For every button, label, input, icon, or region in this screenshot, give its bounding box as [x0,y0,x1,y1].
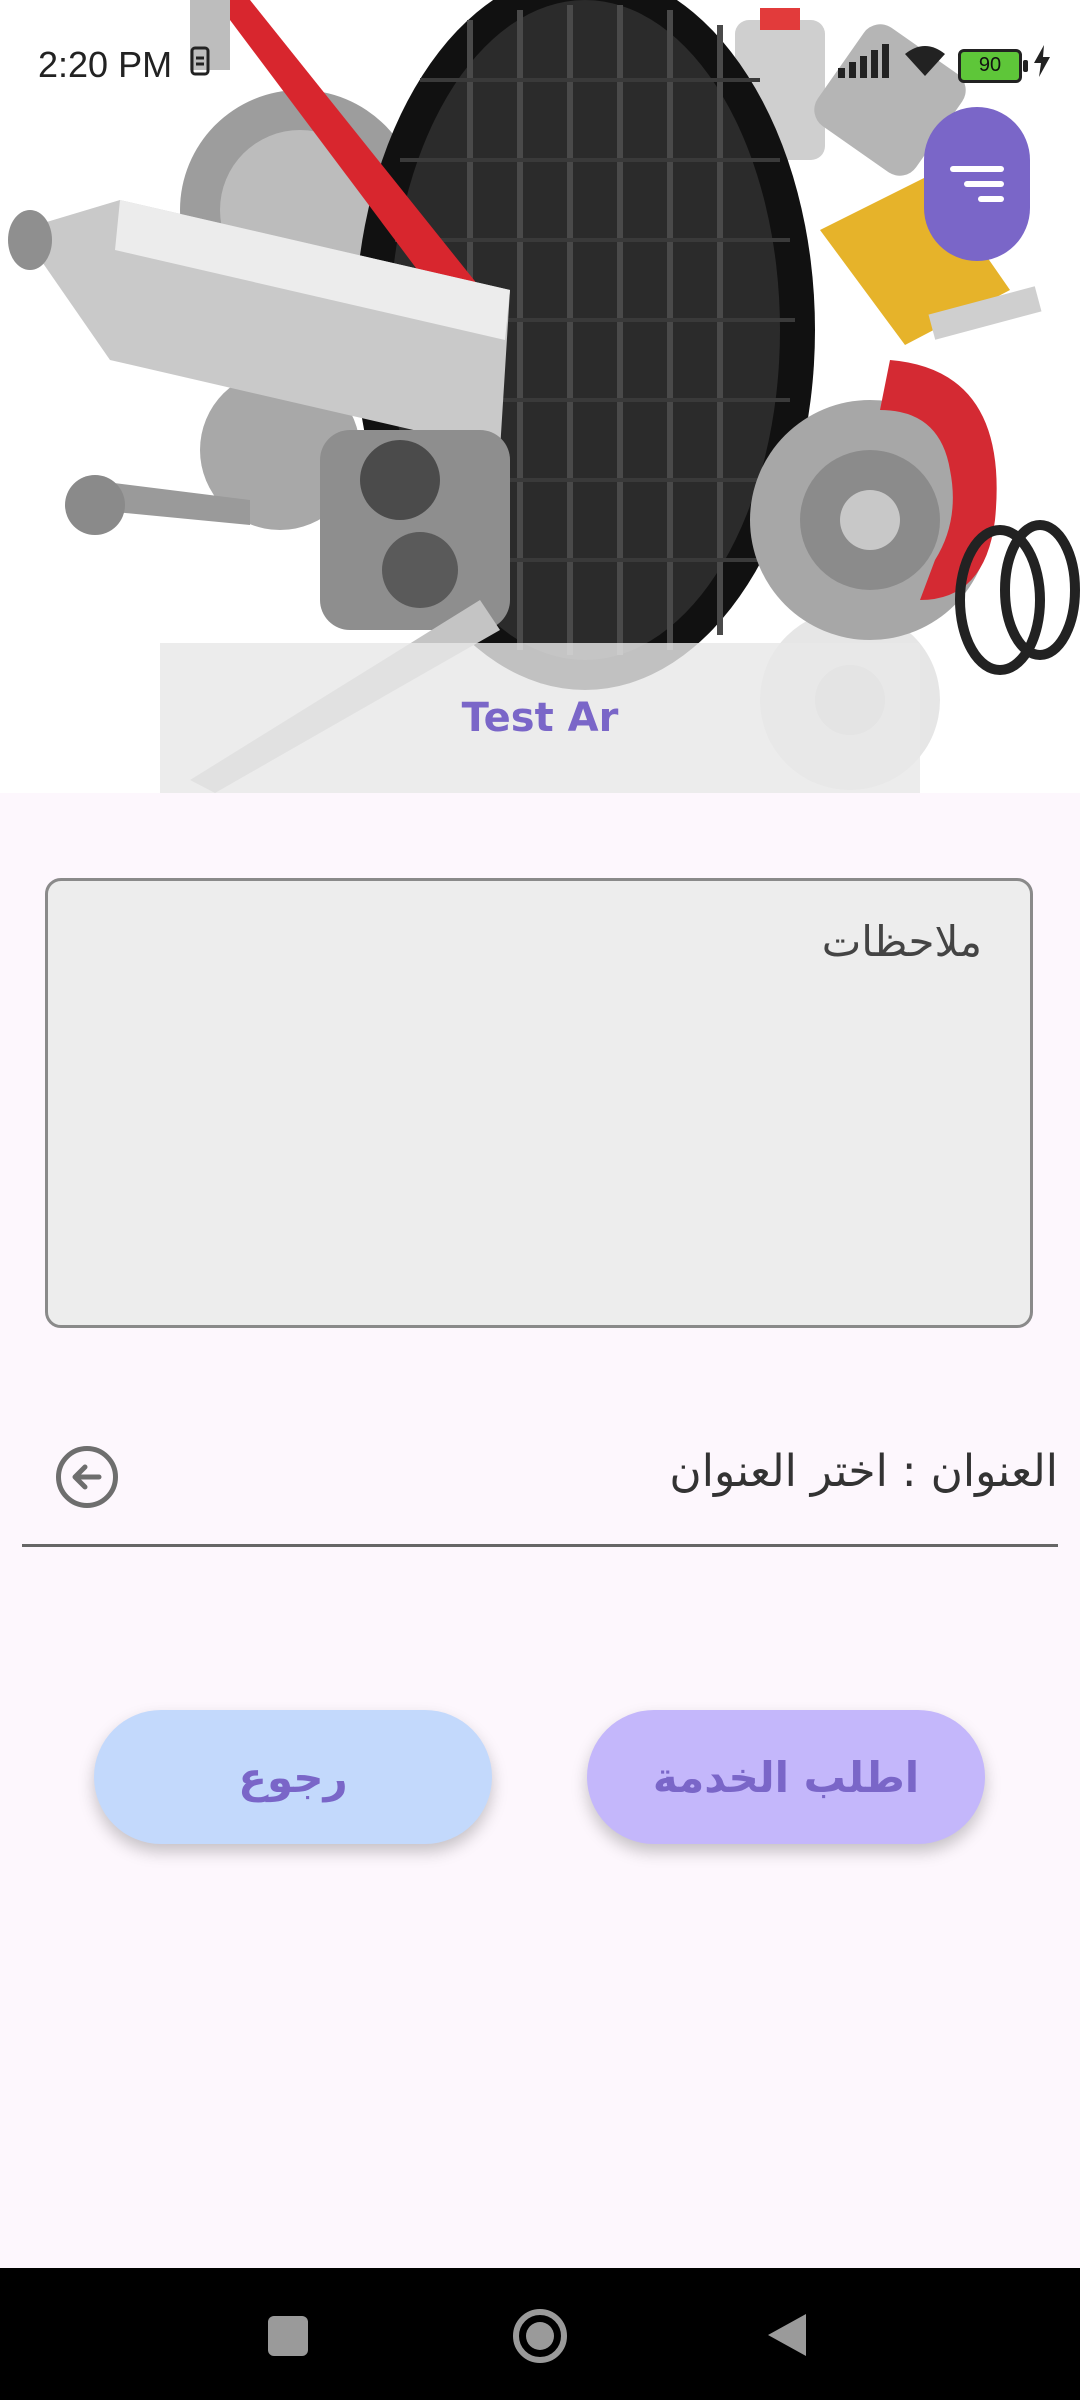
filter-menu-icon [950,166,1004,202]
status-time: 2:20 PM [38,44,173,85]
signal-icon [836,44,892,87]
notes-placeholder: ملاحظات [821,917,982,966]
hero-title-band: Test Ar [160,643,920,793]
system-nav-bar [0,2268,1080,2400]
menu-button[interactable] [924,107,1030,261]
back-button-label: رجوع [238,1752,348,1802]
status-bar: 2:20 PM 90 [0,0,1080,130]
address-label: العنوان : اختر العنوان [669,1446,1058,1497]
arrow-left-circle-icon[interactable] [56,1446,118,1508]
back-triangle-icon[interactable] [766,2312,808,2362]
request-service-label: اطلب الخدمة [652,1752,920,1802]
status-icons: 90 [836,44,1052,87]
request-service-button[interactable]: اطلب الخدمة [587,1710,985,1844]
notes-field[interactable]: ملاحظات [45,878,1033,1328]
recents-icon[interactable] [268,2316,308,2356]
home-icon[interactable] [512,2308,568,2364]
charging-icon [1032,45,1052,86]
address-selector[interactable]: العنوان : اختر العنوان [22,1420,1058,1547]
wifi-icon [902,44,948,87]
app-title: Test Ar [461,695,619,741]
sim-card-icon [190,46,210,84]
battery-icon: 90 [958,48,1028,83]
back-button[interactable]: رجوع [94,1710,492,1844]
battery-level: 90 [978,54,1002,76]
